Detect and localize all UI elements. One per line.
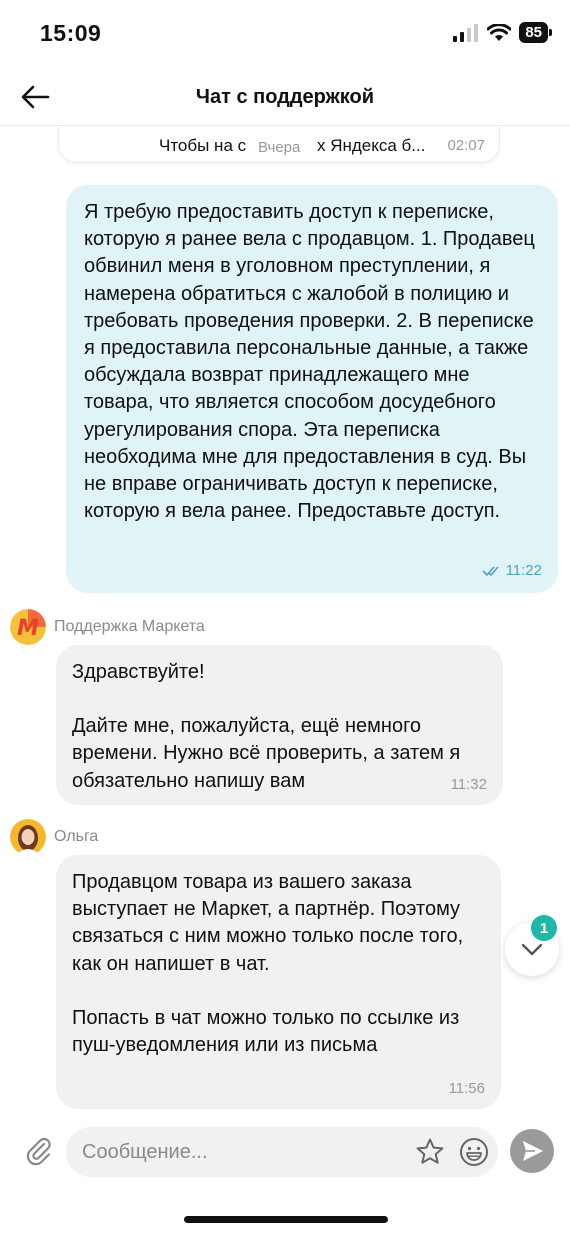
operator-message-paragraph-2: Попасть в чат можно только по ссылке из … xyxy=(72,1006,460,1057)
svg-text:М: М xyxy=(17,616,39,641)
emoji-icon[interactable] xyxy=(458,1136,490,1168)
support-message-text: Дайте мне, пожалуйста, ещё немного време… xyxy=(72,715,461,792)
send-icon xyxy=(523,1141,543,1161)
operator-sender-name: Ольга xyxy=(54,828,99,845)
support-message-bubble[interactable]: Здравствуйте! Дайте мне, пожалуйста, ещё… xyxy=(56,645,503,805)
star-icon[interactable] xyxy=(414,1136,446,1168)
market-logo-icon: М xyxy=(10,609,46,645)
outgoing-message-text: Я требую предоставить доступ к переписке… xyxy=(84,201,535,523)
outgoing-message-bubble[interactable]: Я требую предоставить доступ к переписке… xyxy=(66,185,558,593)
operator-avatar xyxy=(10,819,46,855)
status-time: 15:09 xyxy=(40,20,102,46)
message-input[interactable] xyxy=(82,1127,402,1177)
operator-message-bubble[interactable]: Продавцом товара из вашего заказа выступ… xyxy=(56,855,501,1109)
message-composer xyxy=(0,1120,570,1184)
double-check-icon xyxy=(481,565,499,576)
wifi-icon xyxy=(487,23,512,41)
support-greeting: Здравствуйте! xyxy=(72,661,205,683)
outgoing-message-time: 11:22 xyxy=(505,562,542,579)
home-indicator xyxy=(184,1216,388,1223)
signal-icon xyxy=(453,23,479,42)
page-title: Чат с поддержкой xyxy=(195,86,375,108)
date-divider: Вчера xyxy=(248,135,311,160)
status-icons: 85 xyxy=(453,22,552,43)
support-message-time: 11:32 xyxy=(450,776,487,793)
chat-messages[interactable]: Чтобы на с х Яндекса б... 02:07 Вчера Я … xyxy=(0,127,570,1117)
status-bar: 15:09 85 xyxy=(0,0,570,64)
operator-message-paragraph-1: Продавцом товара из вашего заказа выступ… xyxy=(72,871,464,975)
outgoing-message-meta: 11:22 xyxy=(481,562,542,579)
message-input-wrapper xyxy=(66,1127,498,1177)
battery-indicator: 85 xyxy=(519,22,552,43)
send-button[interactable] xyxy=(510,1129,554,1173)
unread-badge: 1 xyxy=(529,913,559,943)
paperclip-icon[interactable] xyxy=(22,1134,54,1166)
previous-message-time: 02:07 xyxy=(447,137,485,154)
chat-header: Чат с поддержкой xyxy=(0,68,570,126)
operator-sender: Ольга xyxy=(10,819,98,855)
support-sender: М Поддержка Маркета xyxy=(10,609,205,645)
operator-message-time: 11:56 xyxy=(448,1080,485,1097)
support-sender-name: Поддержка Маркета xyxy=(54,618,205,635)
